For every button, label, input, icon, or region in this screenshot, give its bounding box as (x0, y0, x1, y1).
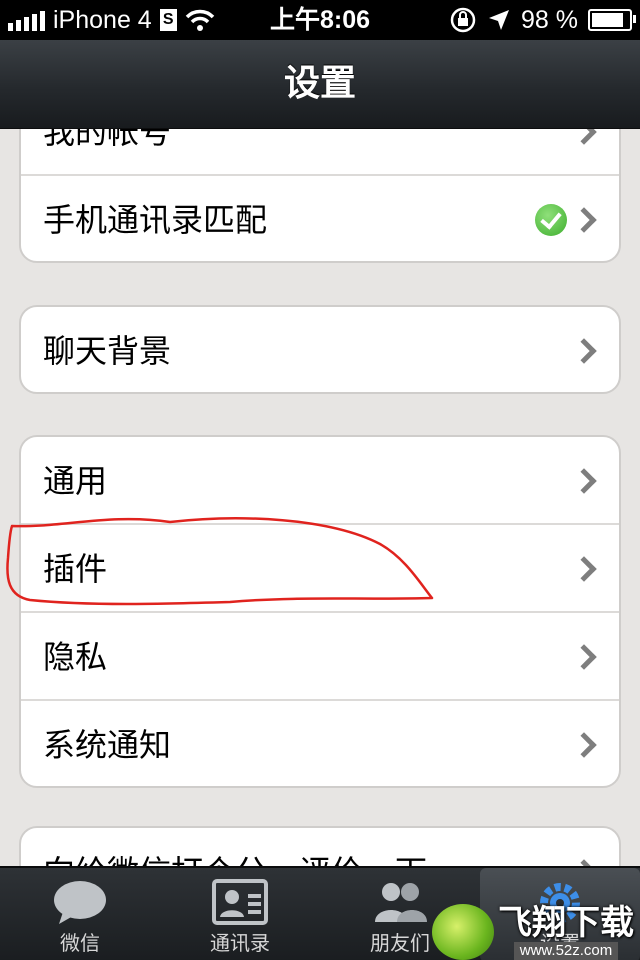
status-right: 98 % (449, 0, 636, 40)
chevron-right-icon (571, 859, 597, 866)
chevron-right-icon (571, 644, 597, 670)
cell-label: 通用 (43, 462, 108, 500)
tab-label: 朋友们 (370, 931, 430, 955)
settings-cell-contacts-match[interactable]: 手机通讯录匹配 (21, 176, 619, 261)
battery-level-fill (592, 13, 623, 27)
chevron-right-icon (571, 732, 597, 758)
chevron-right-icon (571, 338, 597, 364)
settings-list[interactable]: 我的帐号 手机通讯录匹配 聊天背景 通用 插件 隐私 系统通知 (0, 128, 640, 866)
tab-settings[interactable]: 设置 (480, 868, 640, 960)
settings-cell-privacy[interactable]: 隐私 (21, 613, 619, 701)
settings-cell-chat-background[interactable]: 聊天背景 (21, 307, 619, 392)
settings-group-chat: 聊天背景 (19, 305, 621, 394)
rotation-lock-icon (450, 7, 476, 33)
contact-card-icon (212, 879, 268, 925)
battery-icon (588, 9, 636, 31)
battery-percent: 98 % (521, 5, 578, 34)
cell-label: 插件 (43, 550, 108, 588)
chat-bubble-icon (54, 881, 106, 924)
cell-label: 我的帐号 (43, 128, 172, 151)
phone-screen: iPhone 4 S 上午8:06 98 % 设置 我的帐号 手机通讯录匹配 聊… (0, 0, 640, 960)
cell-label: 系统通知 (43, 726, 172, 764)
tab-label: 微信 (60, 931, 100, 955)
settings-cell-rate-app[interactable]: 向给微信打个分，评价一下 (21, 828, 619, 866)
chevron-right-icon (571, 128, 597, 145)
cell-label: 向给微信打个分，评价一下 (43, 828, 427, 866)
settings-cell-plugins[interactable]: 插件 (21, 525, 619, 613)
tab-friends[interactable]: 朋友们 (320, 868, 480, 960)
navigation-bar: 设置 (0, 40, 640, 129)
chevron-right-icon (571, 556, 597, 582)
tab-chats[interactable]: 微信 (0, 868, 160, 960)
cell-label: 手机通讯录匹配 (43, 201, 268, 239)
settings-group-general: 通用 插件 隐私 系统通知 (19, 435, 621, 788)
chevron-right-icon (571, 207, 597, 233)
settings-group-account: 我的帐号 手机通讯录匹配 (19, 128, 621, 263)
cell-label: 聊天背景 (43, 332, 172, 370)
settings-cell-my-account[interactable]: 我的帐号 (21, 128, 619, 176)
friends-icon (375, 883, 427, 922)
settings-cell-system-notifications[interactable]: 系统通知 (21, 701, 619, 786)
checkmark-icon (535, 204, 567, 236)
cell-label: 隐私 (43, 638, 108, 676)
settings-group-rate: 向给微信打个分，评价一下 (19, 826, 621, 866)
location-arrow-icon (489, 10, 510, 30)
tab-contacts[interactable]: 通讯录 (160, 868, 320, 960)
settings-cell-general[interactable]: 通用 (21, 437, 619, 525)
chevron-right-icon (571, 468, 597, 494)
status-bar: iPhone 4 S 上午8:06 98 % (0, 0, 640, 40)
tab-label: 设置 (540, 931, 580, 955)
gear-icon (540, 883, 580, 923)
page-title: 设置 (283, 63, 356, 104)
tab-label: 通讯录 (210, 931, 270, 955)
tab-bar: 微信 通讯录 朋友们 设置 飞翔下载 www.52z.com (0, 866, 640, 960)
